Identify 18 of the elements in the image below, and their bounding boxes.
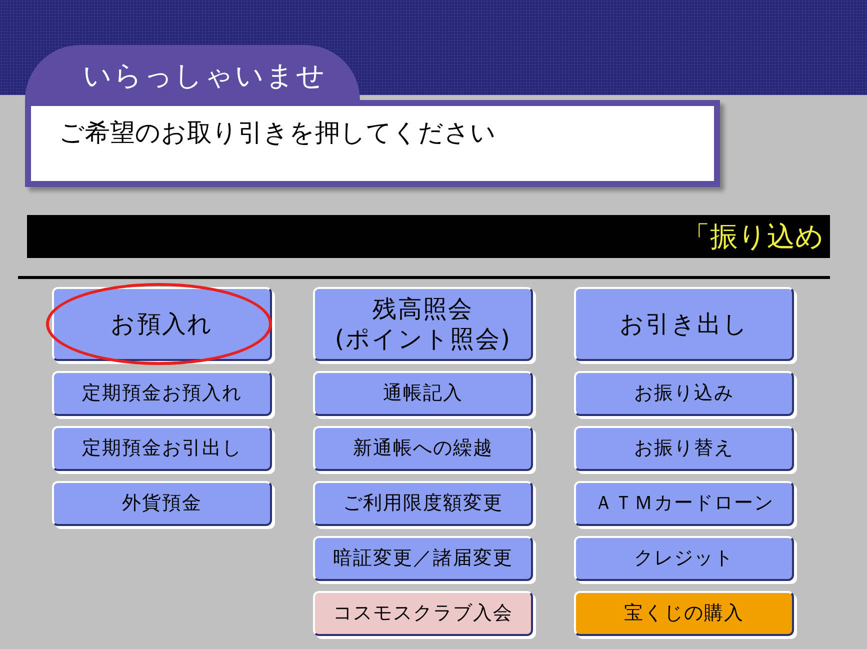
- menu-button[interactable]: お振り替え: [574, 426, 794, 471]
- menu-button[interactable]: 宝くじの購入: [574, 591, 794, 636]
- menu-button[interactable]: ご利用限度額変更: [313, 481, 533, 526]
- menu-button[interactable]: クレジット: [574, 536, 794, 581]
- menu-button[interactable]: お預入れ: [52, 287, 272, 361]
- menu-button[interactable]: ＡＴＭカードローン: [574, 481, 794, 526]
- instruction-text: ご希望のお取り引きを押してください: [59, 118, 496, 147]
- menu-button[interactable]: お振り込み: [574, 371, 794, 416]
- menu-button[interactable]: コスモスクラブ入会: [313, 591, 533, 636]
- ticker-text: 「振り込め: [682, 218, 825, 254]
- menu-button[interactable]: お引き出し: [574, 287, 794, 361]
- menu-button[interactable]: 新通帳への繰越: [313, 426, 533, 471]
- menu-button[interactable]: 残高照会 (ポイント照会): [313, 287, 533, 361]
- menu-button[interactable]: 外貨預金: [52, 481, 272, 526]
- menu-button[interactable]: 定期預金お預入れ: [52, 371, 272, 416]
- menu-button[interactable]: 通帳記入: [313, 371, 533, 416]
- menu-button[interactable]: 暗証変更／諸届変更: [313, 536, 533, 581]
- menu-button[interactable]: 定期預金お引出し: [52, 426, 272, 471]
